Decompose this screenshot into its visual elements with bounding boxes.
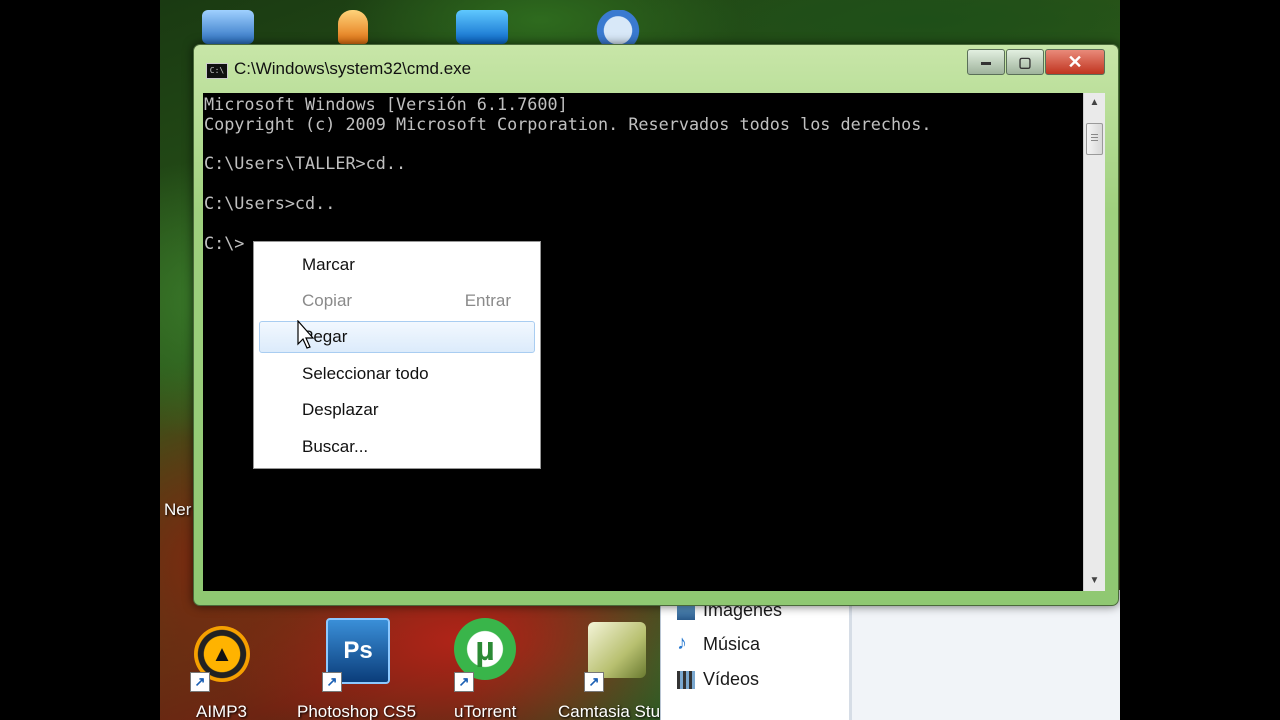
scroll-down-icon[interactable]: ▼ <box>1084 571 1105 591</box>
maximize-icon: ▢ <box>1018 53 1032 70</box>
menu-item-label: Buscar... <box>302 437 369 456</box>
desktop-top-icon-2[interactable] <box>338 10 368 44</box>
title-bar[interactable]: C:\ C:\Windows\system32\cmd.exe ▬ ▢ ✕ <box>194 45 1118 91</box>
nav-item-label: Música <box>703 634 761 654</box>
window-title: C:\Windows\system32\cmd.exe <box>234 59 472 78</box>
mouse-cursor-icon <box>297 320 315 349</box>
close-button[interactable]: ✕ <box>1045 49 1105 75</box>
desktop-top-icon-4[interactable] <box>590 10 646 44</box>
menu-item-label: Desplazar <box>302 400 379 419</box>
maximize-button[interactable]: ▢ <box>1006 49 1044 75</box>
desktop-top-icon-1[interactable] <box>202 10 254 44</box>
shortcut-arrow-icon: ↗ <box>454 672 474 692</box>
explorer-window: Imágenes ♪ Música Vídeos <box>660 590 1120 720</box>
desktop-top-icon-3[interactable] <box>456 10 508 44</box>
menu-item-label: Seleccionar todo <box>302 364 429 383</box>
music-icon: ♪ <box>677 632 687 654</box>
nav-item-label: Vídeos <box>703 669 760 689</box>
utorrent-icon: µ <box>454 618 516 680</box>
camtasia-icon <box>588 622 646 678</box>
videos-icon <box>677 671 695 689</box>
menu-item-accelerator: Entrar <box>464 291 511 310</box>
console-text: Microsoft Windows [Versión 6.1.7600] Cop… <box>204 94 932 253</box>
shortcut-label: uTorrent <box>454 702 517 720</box>
shortcut-label: AIMP3 <box>196 702 248 720</box>
cmd-app-icon[interactable]: C:\ <box>206 63 228 79</box>
menu-item-buscar[interactable]: Buscar... <box>259 431 535 463</box>
nav-item-videos[interactable]: Vídeos <box>677 669 760 690</box>
shortcut-arrow-icon: ↗ <box>322 672 342 692</box>
shortcut-label: Photoshop CS5 <box>297 702 417 720</box>
menu-item-seleccionar-todo[interactable]: Seleccionar todo <box>259 358 535 390</box>
scroll-up-icon[interactable]: ▲ <box>1084 93 1105 113</box>
menu-item-marcar[interactable]: Marcar <box>259 249 535 281</box>
menu-item-label: Marcar <box>302 255 355 274</box>
close-icon: ✕ <box>1067 51 1083 72</box>
menu-item-copiar[interactable]: Copiar Entrar <box>259 285 535 317</box>
minimize-icon: ▬ <box>981 56 991 68</box>
desktop-partial-label[interactable]: Ner <box>164 500 191 520</box>
vertical-scrollbar[interactable]: ▲ ▼ <box>1083 93 1105 591</box>
menu-item-label: Copiar <box>302 291 353 310</box>
scrollbar-thumb[interactable] <box>1086 123 1103 155</box>
nav-item-music[interactable]: ♪ Música <box>677 633 761 655</box>
shortcut-arrow-icon: ↗ <box>190 672 210 692</box>
minimize-button[interactable]: ▬ <box>967 49 1005 75</box>
menu-item-desplazar[interactable]: Desplazar <box>259 394 535 426</box>
shortcut-label: Camtasia Stu <box>558 702 661 720</box>
explorer-navigation-pane: Imágenes ♪ Música Vídeos <box>661 590 852 720</box>
context-menu: Marcar Copiar Entrar Pegar Seleccionar t… <box>253 241 541 469</box>
shortcut-arrow-icon: ↗ <box>584 672 604 692</box>
